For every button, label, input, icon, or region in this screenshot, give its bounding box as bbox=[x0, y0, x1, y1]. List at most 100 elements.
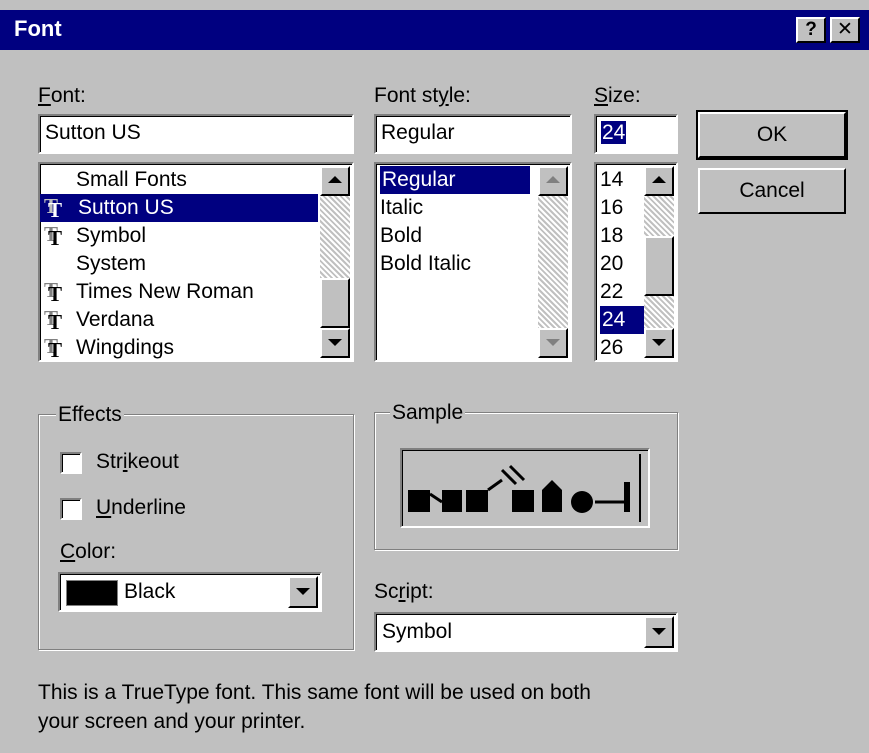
title-bar: Font ? ✕ bbox=[0, 10, 869, 50]
description-line-1: This is a TrueType font. This same font … bbox=[38, 681, 591, 704]
font-list-item-label: Times New Roman bbox=[76, 280, 254, 303]
size-list[interactable]: 26 24 22 20 18 16 14 bbox=[594, 162, 678, 362]
close-button[interactable]: ✕ bbox=[830, 17, 860, 43]
font-list-item[interactable]: T T Symbol bbox=[40, 222, 318, 250]
style-list-item[interactable]: Italic bbox=[380, 194, 536, 222]
style-list-item-label: Bold bbox=[380, 224, 423, 247]
style-list-item[interactable]: Bold Italic bbox=[380, 250, 536, 278]
style-list-scrollbar[interactable] bbox=[538, 166, 568, 358]
strikeout-label[interactable]: Strikeout bbox=[96, 450, 179, 474]
down-arrow-icon bbox=[328, 339, 342, 346]
font-style-input[interactable]: Regular bbox=[374, 114, 572, 154]
font-list-item[interactable]: T T Wingdings bbox=[40, 334, 318, 362]
style-list-item[interactable]: Regular bbox=[380, 166, 530, 194]
truetype-icon: TT bbox=[44, 334, 63, 362]
truetype-icon: TT bbox=[44, 306, 63, 334]
scroll-down-button[interactable] bbox=[320, 328, 350, 358]
size-list-scrollbar[interactable] bbox=[644, 166, 674, 358]
size-list-item[interactable]: 18 bbox=[600, 222, 642, 250]
underline-label-rest: nderline bbox=[111, 496, 186, 519]
color-label-rest: olor: bbox=[75, 540, 117, 563]
size-list-item-label: 18 bbox=[600, 224, 624, 247]
cancel-button[interactable]: Cancel bbox=[698, 168, 846, 214]
scroll-down-button[interactable] bbox=[538, 328, 568, 358]
script-select-value: Symbol bbox=[382, 620, 453, 643]
size-input-selected-text: 24 bbox=[601, 121, 627, 144]
size-list-item-label: 26 bbox=[600, 336, 624, 359]
truetype-icon: TT bbox=[44, 194, 63, 222]
size-list-item-label: 20 bbox=[600, 252, 624, 275]
size-list-item[interactable]: 24 bbox=[600, 306, 644, 334]
size-list-item[interactable]: 20 bbox=[600, 250, 642, 278]
script-label-mnemonic: r bbox=[398, 580, 406, 603]
scroll-thumb[interactable] bbox=[644, 236, 674, 296]
strikeout-label-a: Str bbox=[96, 450, 123, 473]
size-label-rest: ize: bbox=[608, 84, 641, 107]
scroll-down-button[interactable] bbox=[644, 328, 674, 358]
underline-label[interactable]: Underline bbox=[96, 496, 186, 520]
scroll-up-button[interactable] bbox=[320, 166, 350, 196]
font-list-item-label: Verdana bbox=[76, 308, 155, 331]
style-list-item[interactable]: Bold bbox=[380, 222, 536, 250]
font-list[interactable]: T T Wingdings T T Verdana T T Times New Roman Sys… bbox=[38, 162, 354, 362]
font-list-scrollbar[interactable] bbox=[320, 166, 350, 358]
script-dropdown-button[interactable] bbox=[644, 616, 674, 648]
font-style-label: Font style: bbox=[374, 84, 471, 108]
style-list-item-label: Italic bbox=[380, 196, 424, 219]
color-select[interactable]: Black bbox=[58, 572, 322, 612]
truetype-icon: TT bbox=[44, 222, 63, 250]
size-list-item[interactable]: 16 bbox=[600, 194, 642, 222]
font-style-list[interactable]: Bold Italic Bold Italic Regular bbox=[374, 162, 572, 362]
down-arrow-icon bbox=[546, 339, 560, 346]
sample-glyphs bbox=[408, 454, 641, 522]
font-list-item[interactable]: System bbox=[40, 250, 318, 278]
size-list-item-label: 14 bbox=[600, 168, 624, 191]
font-list-item-label: Small Fonts bbox=[76, 168, 187, 191]
chevron-down-icon bbox=[296, 588, 310, 595]
font-style-label-a: Font st bbox=[374, 84, 439, 107]
font-style-label-mnemonic: y bbox=[438, 84, 449, 107]
font-label-mnemonic: F bbox=[38, 84, 51, 107]
script-label-b: ipt: bbox=[405, 580, 434, 603]
help-button[interactable]: ? bbox=[796, 17, 826, 43]
scroll-thumb[interactable] bbox=[320, 278, 350, 328]
close-icon: ✕ bbox=[837, 19, 853, 40]
size-label: Size: bbox=[594, 84, 641, 108]
underline-label-mnemonic: U bbox=[96, 496, 112, 519]
size-input[interactable]: 24 bbox=[594, 114, 678, 154]
strikeout-checkbox[interactable] bbox=[60, 452, 82, 474]
chevron-down-icon bbox=[652, 628, 666, 635]
font-list-item[interactable]: T T Verdana bbox=[40, 306, 318, 334]
font-list-item-label: System bbox=[76, 252, 147, 275]
size-list-item-label: 22 bbox=[600, 280, 624, 303]
up-arrow-icon bbox=[652, 176, 666, 183]
style-list-item-label: Regular bbox=[382, 168, 456, 191]
font-list-item[interactable]: T T Sutton US bbox=[40, 194, 318, 222]
font-list-item[interactable]: T T Times New Roman bbox=[40, 278, 318, 306]
size-list-item[interactable]: 26 bbox=[600, 334, 642, 360]
font-label: Font: bbox=[38, 84, 86, 108]
scroll-up-button[interactable] bbox=[538, 166, 568, 196]
script-label: Script: bbox=[374, 580, 434, 604]
sample-preview bbox=[400, 448, 650, 528]
effects-group bbox=[38, 414, 354, 650]
size-list-item[interactable]: 14 bbox=[600, 166, 642, 194]
font-list-item[interactable]: Small Fonts bbox=[40, 166, 318, 194]
style-list-item-label: Bold Italic bbox=[380, 252, 472, 275]
font-list-item-label: Wingdings bbox=[76, 336, 175, 359]
color-swatch bbox=[66, 580, 118, 606]
color-label-mnemonic: C bbox=[60, 540, 76, 563]
ok-button[interactable]: OK bbox=[696, 110, 848, 160]
effects-group-label: Effects bbox=[56, 403, 124, 426]
color-dropdown-button[interactable] bbox=[288, 576, 318, 608]
font-list-item-label: Sutton US bbox=[78, 196, 174, 219]
underline-checkbox[interactable] bbox=[60, 498, 82, 520]
script-select[interactable]: Symbol bbox=[374, 612, 678, 652]
font-input[interactable]: Sutton US bbox=[38, 114, 354, 154]
scroll-up-button[interactable] bbox=[644, 166, 674, 196]
strikeout-label-b: keout bbox=[127, 450, 179, 473]
window-title: Font bbox=[14, 16, 62, 41]
color-select-value: Black bbox=[124, 580, 176, 603]
size-list-item[interactable]: 22 bbox=[600, 278, 642, 306]
up-arrow-icon bbox=[546, 176, 560, 183]
